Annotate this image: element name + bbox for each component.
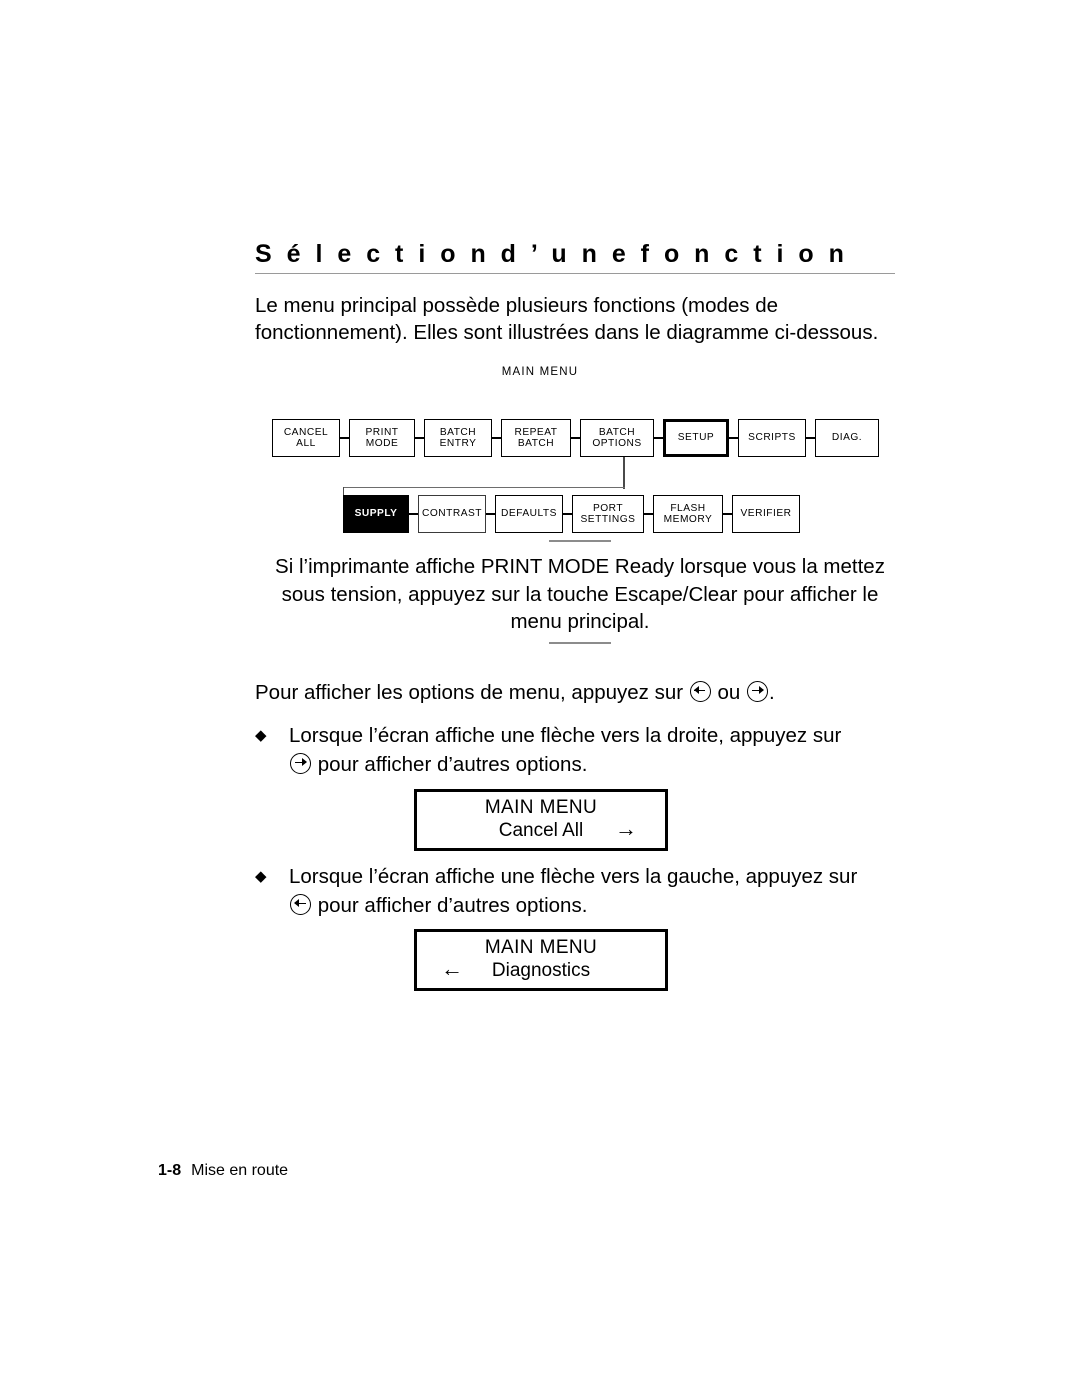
diagram-connector <box>806 437 815 439</box>
diagram-connector <box>571 437 580 439</box>
document-page: S é l e c t i o n d ’ u n e f o n c t i … <box>0 0 1080 1397</box>
bullet-marker: ◆ <box>255 727 267 744</box>
diagram-connector <box>415 437 424 439</box>
diagram-node-label: BATCH <box>439 426 477 438</box>
footer-page-number: 1-8 <box>158 1162 182 1179</box>
lcd-display-diagnostics: MAIN MENU Diagnostics ← <box>414 929 668 991</box>
bullet-item-right-arrow: ◆ Lorsque l’écran affiche une flèche ver… <box>255 721 915 779</box>
keys-paragraph: Pour afficher les options de menu, appuy… <box>255 679 915 707</box>
callout-text: Si l’imprimante affiche PRINT MODE Ready… <box>275 555 885 633</box>
lcd-arrow-left-icon: ← <box>441 956 463 981</box>
diagram-node-label: DEFAULTS <box>501 508 557 520</box>
diagram-title: MAIN MENU <box>501 366 579 378</box>
arrow-left-key-icon <box>689 681 711 702</box>
diagram-node-label: MODE <box>365 438 399 449</box>
lcd-display-cancel-all: MAIN MENU Cancel All → <box>414 789 668 851</box>
diagram-node-setup: SETUP <box>663 419 729 457</box>
intro-paragraph: Le menu principal possède plusieurs fonc… <box>255 294 879 344</box>
connector-horizontal <box>343 487 625 489</box>
diagram-node-label: CANCEL <box>283 426 329 438</box>
diagram-row-main-menu: CANCEL ALL PRINT MODE BATCH ENTRY REPEAT BATCH B… <box>272 419 879 457</box>
diagram-node-label: MEMORY <box>663 514 713 525</box>
diagram-connector <box>723 513 732 515</box>
diagram-node-label: DIAG. <box>831 432 863 444</box>
diagram-node-label: SCRIPTS <box>748 432 796 444</box>
heading-divider <box>255 273 895 274</box>
diagram-node-label: PORT <box>592 502 624 514</box>
diagram-node-label: BATCH <box>598 426 636 438</box>
bullet-text-lead: Lorsque l’écran affiche une flèche vers … <box>289 865 858 888</box>
bullet-marker: ◆ <box>255 868 267 885</box>
lcd-arrow-right-icon: → <box>615 816 637 841</box>
bullet-text-tail: pour afficher d’autres options. <box>312 753 588 776</box>
bullet-item-left-arrow: ◆ Lorsque l’écran affiche une flèche ver… <box>255 862 915 920</box>
diagram-node-label: SUPPLY <box>354 508 398 520</box>
diagram-node-label: PRINT <box>365 426 399 438</box>
diagram-connector <box>563 513 572 515</box>
diagram-node-label: SETUP <box>677 432 715 444</box>
diagram-node-label: FLASH <box>670 502 706 514</box>
diagram-node-label: CONTRAST <box>421 508 483 520</box>
bullet-text-lead: Lorsque l’écran affiche une flèche vers … <box>289 724 842 747</box>
diagram-node-cancel-all: CANCEL ALL <box>272 419 340 457</box>
diagram-node-label: BATCH <box>517 438 555 449</box>
diagram-node-batch-entry: BATCH ENTRY <box>424 419 492 457</box>
arrow-left-key-icon <box>290 894 311 915</box>
diagram-node-label: OPTIONS <box>592 438 642 449</box>
diagram-node-verifier: VERIFIER <box>732 495 800 533</box>
diagram-node-label: ALL <box>296 438 316 449</box>
arrow-right-key-icon <box>290 753 311 774</box>
arrow-right-key-icon <box>747 681 768 702</box>
note-callout: Si l’imprimante affiche PRINT MODE Ready… <box>255 540 905 644</box>
page-title: S é l e c t i o n d ’ u n e f o n c t i … <box>255 240 848 268</box>
page-footer: 1-8 Mise en route <box>158 1162 288 1180</box>
connector-setup-down <box>623 457 625 489</box>
menu-flow-diagram: MAIN MENU CANCEL ALL PRINT MODE BATCH ENTRY RE… <box>0 366 1080 546</box>
diagram-row-setup-submenu: SUPPLY CONTRAST DEFAULTS PORT SETTINGS FLASH M… <box>343 495 800 533</box>
diagram-connector <box>654 437 663 439</box>
callout-rule-bottom <box>549 641 611 644</box>
diagram-node-contrast: CONTRAST <box>418 495 486 533</box>
diagram-node-supply: SUPPLY <box>343 495 409 533</box>
footer-label: Mise en route <box>191 1162 289 1179</box>
keys-text-after: . <box>769 681 775 704</box>
bullet-text-tail: pour afficher d’autres options. <box>312 894 588 917</box>
diagram-node-scripts: SCRIPTS <box>738 419 806 457</box>
diagram-node-batch-options: BATCH OPTIONS <box>580 419 654 457</box>
diagram-connector <box>486 513 495 515</box>
diagram-connector <box>409 513 418 515</box>
diagram-connector <box>492 437 501 439</box>
diagram-node-flash-memory: FLASH MEMORY <box>653 495 723 533</box>
diagram-connector <box>729 437 738 439</box>
diagram-node-diag: DIAG. <box>815 419 879 457</box>
keys-text-middle: ou <box>711 681 746 704</box>
diagram-node-label: ENTRY <box>439 438 477 449</box>
diagram-connector <box>644 513 653 515</box>
diagram-node-print-mode: PRINT MODE <box>349 419 415 457</box>
diagram-node-label: VERIFIER <box>740 508 792 520</box>
diagram-node-repeat-batch: REPEAT BATCH <box>501 419 571 457</box>
diagram-node-label: SETTINGS <box>580 514 636 525</box>
keys-text-before: Pour afficher les options de menu, appuy… <box>255 681 689 704</box>
diagram-node-label: REPEAT <box>514 426 558 438</box>
diagram-node-port-settings: PORT SETTINGS <box>572 495 644 533</box>
diagram-connector <box>340 437 349 439</box>
diagram-node-defaults: DEFAULTS <box>495 495 563 533</box>
